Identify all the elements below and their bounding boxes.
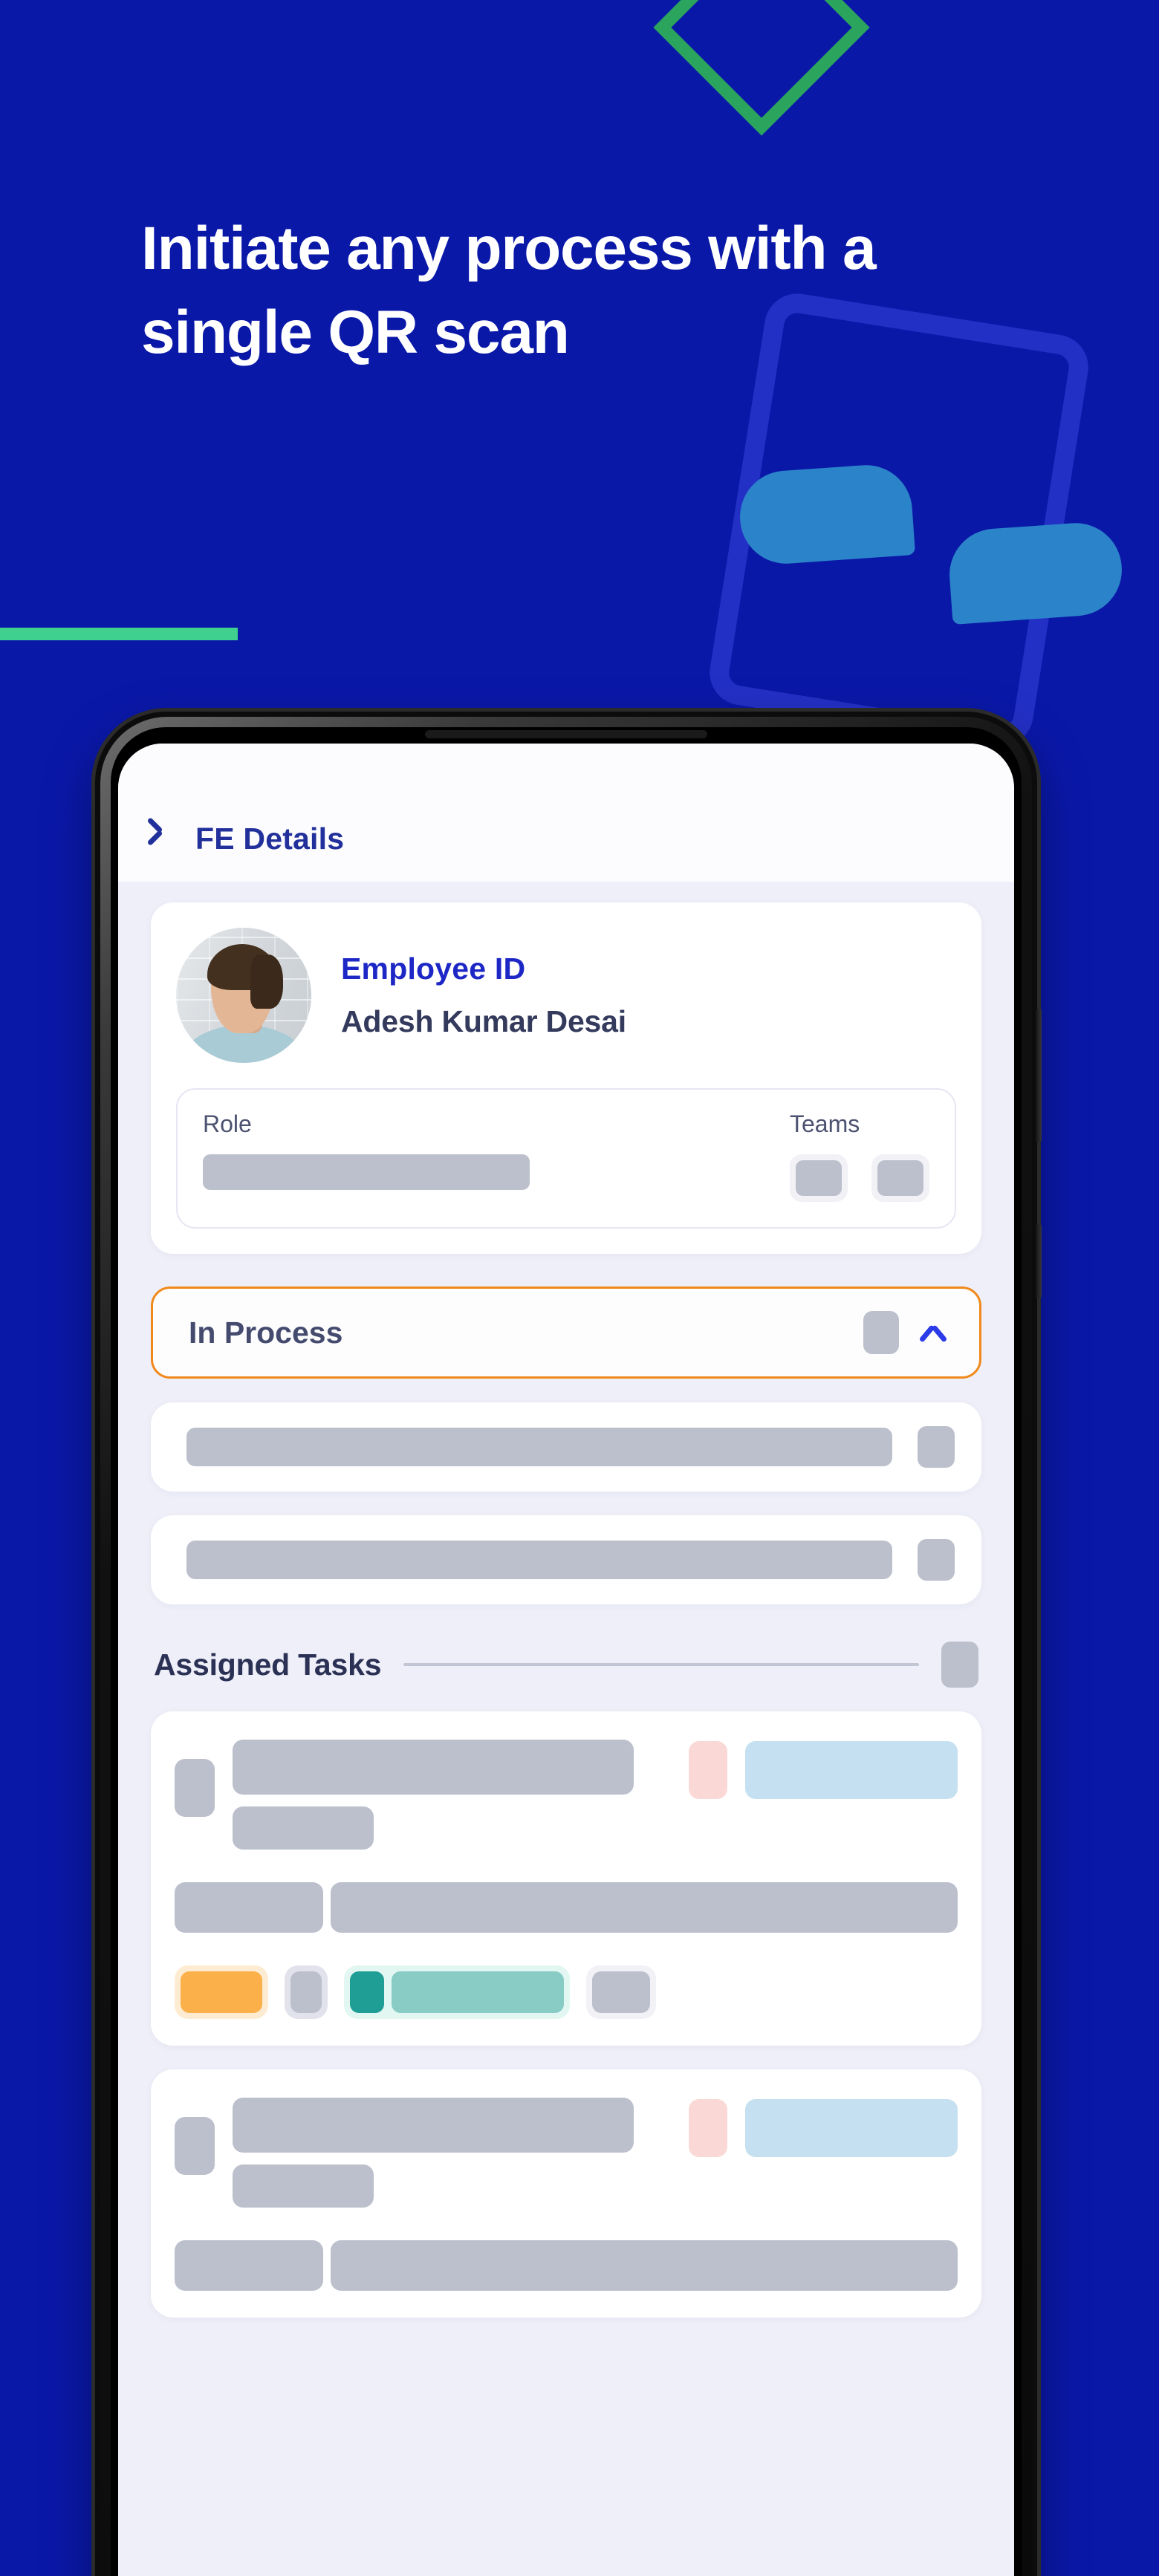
app-body: Employee ID Adesh Kumar Desai Role Teams — [118, 882, 1014, 2576]
task-meta-right-placeholder — [331, 1882, 958, 1933]
task-card-text-block — [233, 2098, 671, 2208]
orange-tag[interactable] — [175, 1965, 268, 2019]
task-title-placeholder — [233, 2098, 634, 2153]
promo-stage: Initiate any process with a single QR sc… — [0, 0, 1159, 2576]
list-item-title-placeholder — [186, 1428, 892, 1466]
diamond-outline-icon — [653, 0, 870, 136]
teal-tag-fill-dark — [350, 1971, 384, 2013]
orange-tag-fill — [181, 1971, 262, 2013]
team-chip-placeholder — [877, 1160, 923, 1196]
list-item[interactable] — [151, 1402, 981, 1492]
task-meta-left-placeholder — [175, 2240, 323, 2291]
task-meta-right-placeholder — [331, 2240, 958, 2291]
page-title: FE Details — [195, 822, 345, 856]
task-card-top-row — [175, 1740, 958, 1850]
speech-bubble-icon-1 — [736, 462, 916, 567]
grey-tag-fill — [592, 1971, 650, 2013]
status-dropdown-value: In Process — [189, 1315, 343, 1350]
role-label: Role — [203, 1110, 252, 1137]
task-badge-pink — [689, 2099, 727, 2157]
task-card[interactable] — [151, 1711, 981, 2046]
task-card-tag-row — [175, 1965, 958, 2019]
teams-label: Teams — [790, 1110, 860, 1137]
task-badge-lightblue — [745, 1741, 958, 1799]
team-chip-placeholder — [796, 1160, 842, 1196]
status-dropdown[interactable]: In Process — [151, 1287, 981, 1379]
team-chip[interactable] — [790, 1154, 848, 1202]
grey-tag[interactable] — [586, 1965, 656, 2019]
role-teams-box: Role Teams — [176, 1088, 956, 1229]
task-card-top-row — [175, 2098, 958, 2208]
list-item-title-placeholder — [186, 1541, 892, 1579]
phone-mockup: FE Details Employee ID Adesh Kumar Desai… — [95, 712, 1042, 2576]
phone-power-button[interactable] — [1036, 1224, 1042, 1298]
list-item[interactable] — [151, 1515, 981, 1604]
task-badge-lightblue — [745, 2099, 958, 2157]
avatar — [176, 928, 311, 1063]
task-badge-pink — [689, 1741, 727, 1799]
lavender-tag[interactable] — [285, 1965, 328, 2019]
task-title-placeholder — [233, 1740, 634, 1795]
profile-meta: Employee ID Adesh Kumar Desai — [341, 952, 626, 1039]
section-divider — [403, 1663, 919, 1666]
teal-tag-fill-light — [392, 1971, 564, 2013]
teal-tag[interactable] — [344, 1965, 570, 2019]
team-chip[interactable] — [871, 1154, 929, 1202]
teams-chip-row — [790, 1154, 929, 1202]
role-column: Role — [203, 1110, 530, 1190]
employee-id-label: Employee ID — [341, 952, 526, 986]
page-headline: Initiate any process with a single QR sc… — [141, 215, 877, 367]
lavender-tag-fill — [290, 1971, 322, 2013]
task-subtitle-placeholder — [233, 2164, 374, 2208]
task-card-meta-row — [175, 1882, 958, 1933]
chevron-left-icon[interactable] — [155, 821, 175, 853]
task-meta-left-placeholder — [175, 1882, 323, 1933]
task-icon-placeholder — [175, 1759, 215, 1817]
speech-bubble-icon-2 — [946, 520, 1126, 625]
section-action-placeholder[interactable] — [941, 1642, 978, 1688]
employee-profile-card: Employee ID Adesh Kumar Desai Role Teams — [151, 902, 981, 1254]
phone-volume-button[interactable] — [1036, 1009, 1042, 1142]
status-badge-placeholder — [863, 1311, 899, 1354]
phone-bezel: FE Details Employee ID Adesh Kumar Desai… — [111, 727, 1022, 2576]
chevron-down-icon[interactable] — [918, 1318, 948, 1347]
task-card-meta-row — [175, 2240, 958, 2291]
avatar-hair-side — [250, 954, 283, 1009]
task-icon-placeholder — [175, 2117, 215, 2175]
task-card-text-block — [233, 1740, 671, 1850]
profile-top-row: Employee ID Adesh Kumar Desai — [176, 928, 956, 1063]
role-value-placeholder — [203, 1154, 530, 1190]
app-header: FE Details — [118, 744, 1014, 882]
list-item-action-placeholder[interactable] — [918, 1426, 955, 1468]
list-item-action-placeholder[interactable] — [918, 1539, 955, 1581]
teams-column: Teams — [790, 1110, 929, 1202]
section-title: Assigned Tasks — [154, 1647, 382, 1682]
task-subtitle-placeholder — [233, 1806, 374, 1850]
phone-earpiece-speaker — [425, 730, 707, 738]
task-card[interactable] — [151, 2069, 981, 2318]
assigned-tasks-header: Assigned Tasks — [151, 1642, 981, 1688]
employee-name: Adesh Kumar Desai — [341, 1004, 626, 1038]
phone-screen: FE Details Employee ID Adesh Kumar Desai… — [118, 744, 1014, 2576]
